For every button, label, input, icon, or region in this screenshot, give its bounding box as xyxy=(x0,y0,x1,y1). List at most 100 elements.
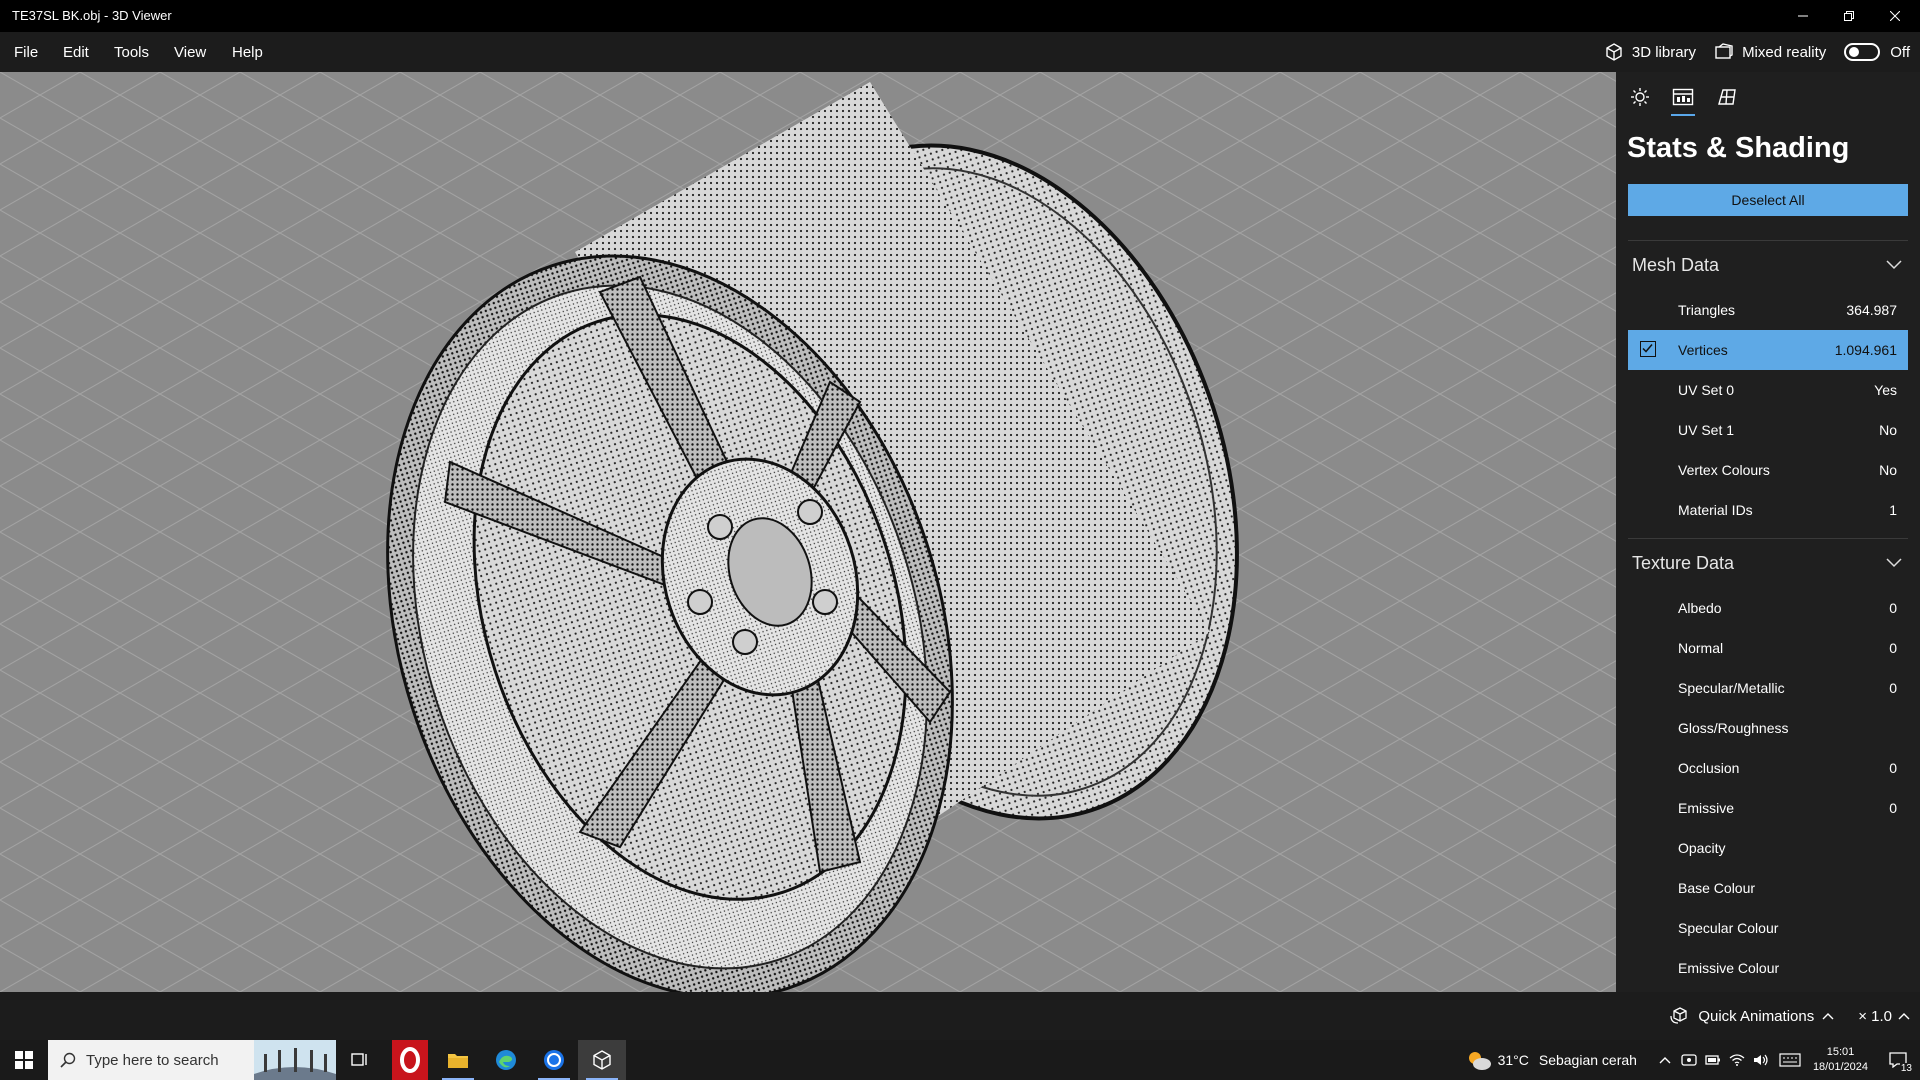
wifi-icon[interactable] xyxy=(1729,1053,1745,1067)
chevron-up-icon xyxy=(1898,1013,1910,1020)
menu-tools[interactable]: Tools xyxy=(114,44,149,61)
3d-viewer-icon xyxy=(593,1050,611,1070)
restore-button[interactable] xyxy=(1826,0,1872,32)
animation-icon xyxy=(1670,1007,1687,1024)
search-placeholder: Type here to search xyxy=(86,1051,219,1069)
toggle-knob xyxy=(1849,47,1860,57)
taskbar-app-file-explorer[interactable] xyxy=(434,1040,482,1080)
task-view-icon xyxy=(351,1053,367,1066)
volume-icon[interactable] xyxy=(1753,1053,1769,1067)
stats-shading-panel: Stats & Shading Deselect All Mesh Data T… xyxy=(1616,72,1920,992)
texture-row-gloss-roughness[interactable]: Gloss/Roughness xyxy=(1628,708,1908,748)
tab-grid-views[interactable] xyxy=(1713,84,1741,110)
mesh-row-triangles[interactable]: Triangles 364.987 xyxy=(1628,290,1908,330)
row-value: No xyxy=(1879,462,1897,478)
clock[interactable]: 15:01 18/01/2024 xyxy=(1813,1045,1868,1075)
keyboard-icon[interactable] xyxy=(1779,1053,1801,1067)
row-value: 0 xyxy=(1889,680,1897,696)
quick-animations-button[interactable]: Quick Animations xyxy=(1670,1007,1834,1025)
menu-file[interactable]: File xyxy=(14,44,38,61)
quick-animations-area: Quick Animations × 1.0 xyxy=(1670,992,1920,1040)
mixed-reality-icon xyxy=(1715,43,1733,59)
mesh-row-material-ids[interactable]: Material IDs 1 xyxy=(1628,490,1908,530)
mesh-row-uv-set-0[interactable]: UV Set 0 Yes xyxy=(1628,370,1908,410)
row-value: 0 xyxy=(1889,640,1897,656)
mixed-reality-label: Mixed reality xyxy=(1742,43,1827,61)
taskbar-app-3d-viewer[interactable] xyxy=(578,1040,626,1080)
row-label: Material IDs xyxy=(1678,502,1753,518)
row-value: 364.987 xyxy=(1846,302,1897,318)
row-label: UV Set 0 xyxy=(1678,382,1735,398)
panel-title: Stats & Shading xyxy=(1627,132,1850,164)
meet-now-icon[interactable] xyxy=(1681,1052,1697,1068)
edge-icon xyxy=(496,1050,516,1070)
taskbar-search-box[interactable]: Type here to search xyxy=(48,1040,336,1080)
row-label: UV Set 1 xyxy=(1678,422,1735,438)
start-button[interactable] xyxy=(0,1040,48,1080)
weather-widget[interactable]: 31°C Sebagian cerah xyxy=(1466,1049,1637,1071)
texture-row-opacity[interactable]: Opacity xyxy=(1628,828,1908,868)
texture-data-title: Texture Data xyxy=(1632,552,1735,573)
checkmark-icon xyxy=(1642,344,1653,353)
mesh-data-title: Mesh Data xyxy=(1632,254,1720,275)
row-value: Yes xyxy=(1874,382,1897,398)
texture-row-base-colour[interactable]: Base Colour xyxy=(1628,868,1908,908)
search-highlight-image xyxy=(254,1040,336,1080)
notification-button[interactable]: 13 xyxy=(1882,1040,1914,1080)
folder-icon xyxy=(448,1054,468,1068)
texture-row-albedo[interactable]: Albedo 0 xyxy=(1628,588,1908,628)
cube-icon xyxy=(1606,43,1622,61)
texture-row-specular-metallic[interactable]: Specular/Metallic 0 xyxy=(1628,668,1908,708)
mesh-row-uv-set-1[interactable]: UV Set 1 No xyxy=(1628,410,1908,450)
tab-lighting[interactable] xyxy=(1626,84,1654,110)
3d-library-button[interactable]: 3D library xyxy=(1604,42,1696,62)
mesh-row-vertex-colours[interactable]: Vertex Colours No xyxy=(1628,450,1908,490)
divider xyxy=(1628,538,1908,539)
menu-view[interactable]: View xyxy=(174,44,206,61)
row-label: Vertex Colours xyxy=(1678,462,1770,478)
texture-row-occlusion[interactable]: Occlusion 0 xyxy=(1628,748,1908,788)
menu-help[interactable]: Help xyxy=(232,44,263,61)
status-bar: Quick Animations × 1.0 xyxy=(0,992,1920,1040)
weather-temp: 31°C xyxy=(1497,1052,1529,1068)
restore-icon xyxy=(1844,11,1854,21)
grid-icon xyxy=(1718,89,1736,105)
3d-viewport[interactable] xyxy=(0,72,1616,992)
texture-row-emissive-colour[interactable]: Emissive Colour xyxy=(1628,948,1908,988)
mesh-row-vertices[interactable]: Vertices 1.094.961 xyxy=(1628,330,1908,370)
deselect-all-button[interactable]: Deselect All xyxy=(1628,184,1908,216)
texture-row-normal[interactable]: Normal 0 xyxy=(1628,628,1908,668)
task-view-button[interactable] xyxy=(336,1040,384,1080)
mesh-data-header[interactable]: Mesh Data xyxy=(1628,245,1908,285)
texture-data-header[interactable]: Texture Data xyxy=(1628,543,1908,583)
window-title: TE37SL BK.obj - 3D Viewer xyxy=(12,8,172,23)
row-label: Specular/Metallic xyxy=(1678,680,1785,696)
taskbar-app-browser[interactable] xyxy=(530,1040,578,1080)
row-label: Normal xyxy=(1678,640,1724,656)
clock-time: 15:01 xyxy=(1826,1046,1855,1058)
quick-animations-label: Quick Animations xyxy=(1698,1007,1815,1025)
partly-sunny-icon xyxy=(1468,1052,1491,1070)
checkbox[interactable] xyxy=(1640,341,1656,357)
texture-row-emissive[interactable]: Emissive 0 xyxy=(1628,788,1908,828)
row-label: Occlusion xyxy=(1678,760,1740,776)
menu-edit[interactable]: Edit xyxy=(63,44,89,61)
chevron-up-icon[interactable] xyxy=(1659,1056,1671,1064)
menu-bar: File Edit Tools View Help 3D library Mix… xyxy=(0,32,1920,72)
chevron-up-icon xyxy=(1822,1013,1834,1020)
taskbar-app-opera[interactable] xyxy=(386,1040,434,1080)
speed-selector[interactable]: × 1.0 xyxy=(1858,1008,1910,1025)
chevron-down-icon xyxy=(1886,558,1902,568)
mixed-reality-button[interactable]: Mixed reality xyxy=(1714,42,1826,62)
mixed-reality-toggle[interactable] xyxy=(1844,43,1881,61)
taskbar-app-edge[interactable] xyxy=(482,1040,530,1080)
row-value: 0 xyxy=(1889,800,1897,816)
texture-row-specular-colour[interactable]: Specular Colour xyxy=(1628,908,1908,948)
weather-desc: Sebagian cerah xyxy=(1538,1052,1637,1068)
row-label: Specular Colour xyxy=(1678,920,1779,936)
tab-stats-shading[interactable] xyxy=(1669,84,1697,116)
battery-icon[interactable] xyxy=(1705,1054,1721,1066)
row-label: Base Colour xyxy=(1678,880,1756,896)
minimize-button[interactable] xyxy=(1780,0,1826,32)
close-button[interactable] xyxy=(1872,0,1918,32)
